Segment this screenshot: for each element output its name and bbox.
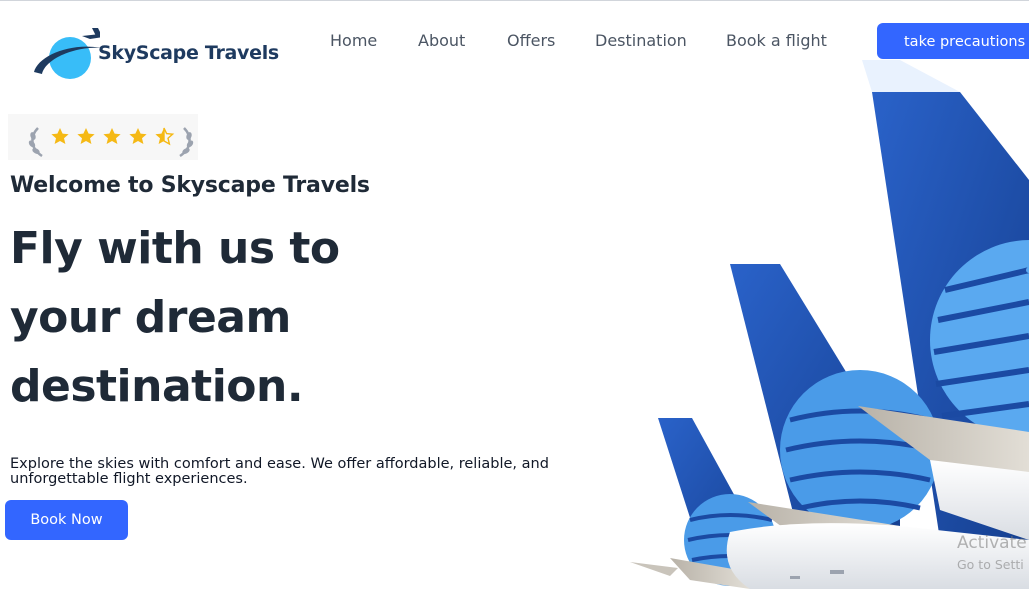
hero-headline: Fly with us to your dream destination. <box>10 214 450 421</box>
nav-about[interactable]: About <box>418 31 465 50</box>
rating-badge <box>8 114 198 160</box>
welcome-heading: Welcome to Skyscape Travels <box>10 173 370 198</box>
airplane-tails-image <box>600 40 1029 589</box>
nav-offers[interactable]: Offers <box>507 31 555 50</box>
headline-line: destination. <box>10 361 304 412</box>
headline-line: your dream <box>10 292 291 343</box>
headline-line: Fly with us to <box>10 223 340 274</box>
hero-description: Explore the skies with comfort and ease.… <box>10 456 549 487</box>
windows-activation-watermark: Activate <box>957 533 1027 553</box>
windows-activation-watermark-sub: Go to Setti <box>957 557 1024 572</box>
laurel-star-rating-icon <box>28 127 194 158</box>
book-now-button[interactable]: Book Now <box>5 500 128 540</box>
site-logo[interactable]: SkyScape Travels <box>30 28 279 84</box>
nav-home[interactable]: Home <box>330 31 377 50</box>
top-border <box>0 0 1029 1</box>
airplane-globe-logo-icon <box>34 28 100 79</box>
logo-text: SkyScape Travels <box>98 42 279 64</box>
